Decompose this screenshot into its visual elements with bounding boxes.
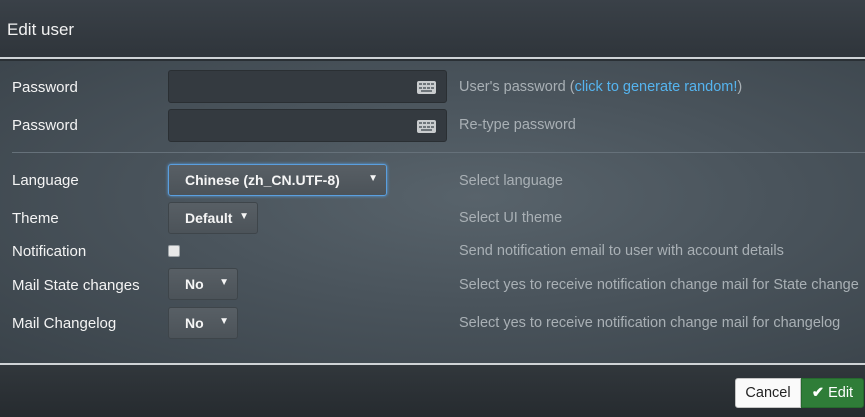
mail-state-value: No — [185, 276, 204, 292]
password-retype-help: Re-type password — [459, 117, 576, 133]
mail-state-label: Mail State changes — [12, 277, 140, 294]
mail-changelog-help: Select yes to receive notification chang… — [459, 315, 841, 331]
edit-user-dialog: Edit user Password User's password (clic… — [0, 0, 865, 417]
password-label: Password — [12, 79, 78, 96]
notification-help: Send notification email to user with acc… — [459, 243, 784, 259]
language-select[interactable]: Chinese (zh_CN.UTF-8) ▼ — [168, 164, 387, 196]
edit-button-label: Edit — [828, 385, 854, 401]
dialog-body: Password User's password (click to gener… — [0, 61, 865, 363]
check-icon: ✔ — [811, 385, 825, 401]
mail-changelog-select[interactable]: No ▼ — [168, 307, 238, 339]
theme-value: Default — [185, 210, 233, 226]
notification-checkbox[interactable] — [168, 245, 180, 257]
language-value: Chinese (zh_CN.UTF-8) — [185, 172, 340, 188]
keyboard-icon[interactable] — [417, 81, 436, 94]
theme-help: Select UI theme — [459, 210, 563, 226]
caret-down-icon: ▼ — [368, 173, 378, 184]
password-input[interactable] — [168, 70, 447, 103]
password-help: User's password (click to generate rando… — [459, 79, 743, 95]
generate-random-link[interactable]: click to generate random! — [575, 79, 738, 95]
caret-down-icon: ▼ — [219, 277, 229, 288]
dialog-footer: Cancel ✔ Edit — [0, 363, 865, 417]
language-help: Select language — [459, 173, 563, 189]
language-label: Language — [12, 172, 79, 189]
mail-state-help: Select yes to receive notification chang… — [459, 277, 859, 293]
dialog-header: Edit user — [0, 0, 865, 59]
dialog-title: Edit user — [7, 20, 75, 39]
notification-label: Notification — [12, 243, 87, 260]
keyboard-icon[interactable] — [417, 120, 436, 133]
mail-changelog-label: Mail Changelog — [12, 315, 117, 332]
password-retype-label: Password — [12, 117, 78, 134]
edit-button[interactable]: ✔ Edit — [801, 378, 864, 408]
cancel-button[interactable]: Cancel — [735, 378, 801, 408]
theme-label: Theme — [12, 210, 59, 227]
password-retype-input[interactable] — [168, 109, 447, 142]
mail-changelog-value: No — [185, 315, 204, 331]
section-divider — [12, 152, 865, 153]
caret-down-icon: ▼ — [239, 211, 249, 222]
theme-select[interactable]: Default ▼ — [168, 202, 258, 234]
caret-down-icon: ▼ — [219, 316, 229, 327]
mail-state-select[interactable]: No ▼ — [168, 268, 238, 300]
